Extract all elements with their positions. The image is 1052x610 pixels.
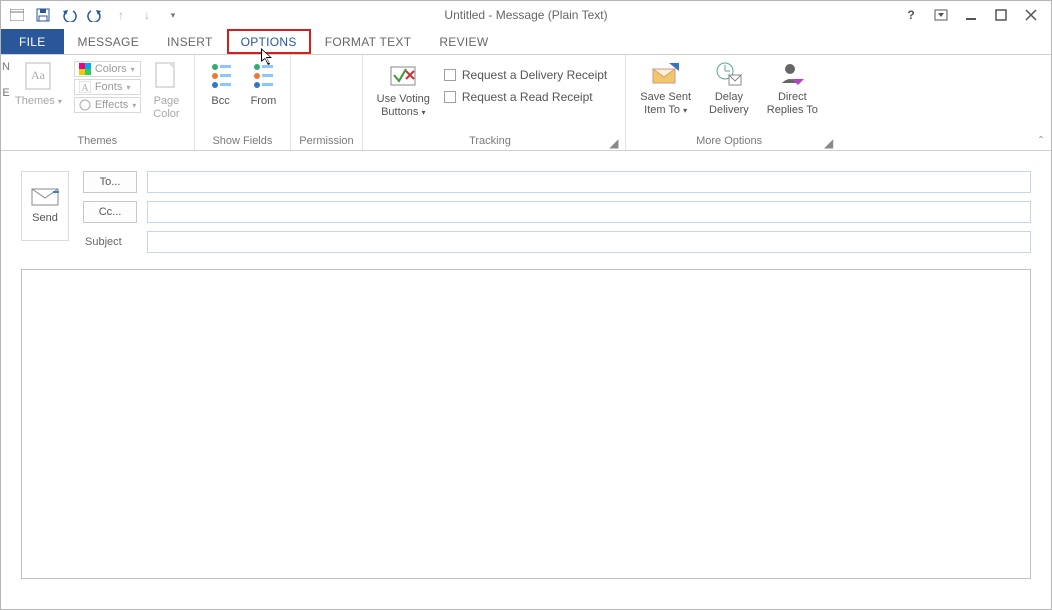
page-color-label: Page Color xyxy=(153,95,179,121)
undo-icon[interactable] xyxy=(61,7,77,23)
voting-buttons[interactable]: Use Voting Buttons ▾ xyxy=(371,61,436,119)
ribbon-display-options-icon[interactable] xyxy=(933,7,949,23)
group-themes: Aa Themes ▾ Colors▾ AFonts▾ Effects▾ Pag… xyxy=(1,55,195,150)
to-input[interactable] xyxy=(147,171,1031,193)
colors-button: Colors▾ xyxy=(74,61,141,77)
group-label-themes: Themes xyxy=(77,133,117,148)
fonts-label: Fonts xyxy=(95,81,123,93)
previous-item-icon: ↑ xyxy=(113,7,129,23)
delay-delivery-button[interactable]: Delay Delivery xyxy=(703,61,755,117)
bcc-icon xyxy=(209,61,233,91)
help-icon[interactable]: ? xyxy=(903,7,919,23)
left-edge-char: N xyxy=(2,61,10,73)
title-bar: ↑ ↓ ▾ Untitled - Message (Plain Text) ? xyxy=(1,1,1051,29)
maximize-icon[interactable] xyxy=(993,7,1009,23)
cc-input[interactable] xyxy=(147,201,1031,223)
group-label-show-fields: Show Fields xyxy=(212,133,272,148)
delay-label: Delay Delivery xyxy=(709,91,749,117)
tab-message[interactable]: MESSAGE xyxy=(64,29,153,54)
send-button[interactable]: Send xyxy=(21,171,69,241)
save-sent-icon xyxy=(651,61,681,87)
group-show-fields: Bcc From Show Fields xyxy=(195,55,292,150)
message-body[interactable] xyxy=(21,269,1031,579)
window-title: Untitled - Message (Plain Text) xyxy=(444,8,607,22)
save-icon[interactable] xyxy=(35,7,51,23)
save-sent-item-to-button[interactable]: Save Sent Item To ▾ xyxy=(634,61,697,117)
subject-label: Subject xyxy=(83,236,137,248)
page-color-icon xyxy=(154,61,178,91)
ribbon-tabs: FILE MESSAGE INSERT OPTIONS FORMAT TEXT … xyxy=(1,29,1051,55)
cc-button[interactable]: Cc... xyxy=(83,201,137,223)
minimize-icon[interactable] xyxy=(963,7,979,23)
bcc-button[interactable]: Bcc xyxy=(203,61,239,108)
group-more-options: Save Sent Item To ▾ Delay Delivery Direc… xyxy=(626,55,840,150)
themes-icon: Aa xyxy=(24,61,52,91)
redo-icon[interactable] xyxy=(87,7,103,23)
qat-customize-icon[interactable]: ▾ xyxy=(165,7,181,23)
group-permission: Permission xyxy=(291,55,362,150)
bcc-label: Bcc xyxy=(211,95,229,108)
colors-label: Colors xyxy=(95,63,127,75)
direct-replies-icon xyxy=(778,61,806,87)
subject-input[interactable] xyxy=(147,231,1031,253)
effects-label: Effects xyxy=(95,99,128,111)
read-receipt-checkbox[interactable]: Request a Read Receipt xyxy=(442,87,609,107)
tab-insert[interactable]: INSERT xyxy=(153,29,227,54)
compose-header: Send To... Cc... Subject xyxy=(1,151,1051,263)
svg-text:A: A xyxy=(81,83,89,93)
send-label: Send xyxy=(32,212,58,224)
read-receipt-label: Request a Read Receipt xyxy=(462,90,593,104)
window-controls: ? xyxy=(903,7,1051,23)
envelope-icon xyxy=(31,188,59,206)
tab-options[interactable]: OPTIONS xyxy=(227,29,311,54)
app-icon[interactable] xyxy=(9,7,25,23)
effects-button: Effects▾ xyxy=(74,97,141,113)
checkbox-icon xyxy=(444,69,456,81)
from-button[interactable]: From xyxy=(245,61,283,108)
tab-file[interactable]: FILE xyxy=(1,29,64,54)
checkbox-icon xyxy=(444,91,456,103)
group-label-permission: Permission xyxy=(299,133,353,148)
left-edge-char: E xyxy=(2,87,9,99)
to-button[interactable]: To... xyxy=(83,171,137,193)
collapse-ribbon-icon[interactable]: ˆ xyxy=(1039,134,1043,148)
page-color-button: Page Color xyxy=(147,61,185,121)
delivery-receipt-label: Request a Delivery Receipt xyxy=(462,68,607,82)
from-icon xyxy=(251,61,275,91)
delay-icon xyxy=(715,61,743,87)
close-icon[interactable] xyxy=(1023,7,1039,23)
direct-replies-label: Direct Replies To xyxy=(767,91,818,117)
voting-icon xyxy=(388,61,418,89)
next-item-icon: ↓ xyxy=(139,7,155,23)
delivery-receipt-checkbox[interactable]: Request a Delivery Receipt xyxy=(442,65,609,85)
ribbon: Aa Themes ▾ Colors▾ AFonts▾ Effects▾ Pag… xyxy=(1,55,1051,151)
tab-format-text[interactable]: FORMAT TEXT xyxy=(311,29,426,54)
group-label-more-options: More Options xyxy=(696,133,762,148)
quick-access-toolbar: ↑ ↓ ▾ xyxy=(1,7,181,23)
tab-review[interactable]: REVIEW xyxy=(425,29,502,54)
tracking-dialog-launcher-icon[interactable]: ◢ xyxy=(609,136,621,148)
more-options-dialog-launcher-icon[interactable]: ◢ xyxy=(824,136,836,148)
from-label: From xyxy=(251,95,277,108)
left-edge-pane: N E xyxy=(1,55,11,609)
group-label-tracking: Tracking xyxy=(469,133,511,148)
themes-label: Themes xyxy=(15,95,55,107)
direct-replies-to-button[interactable]: Direct Replies To xyxy=(761,61,824,117)
fonts-button: AFonts▾ xyxy=(74,79,141,95)
themes-button: Aa Themes ▾ xyxy=(9,61,68,108)
svg-text:Aa: Aa xyxy=(31,68,46,82)
group-tracking: Use Voting Buttons ▾ Request a Delivery … xyxy=(363,55,627,150)
